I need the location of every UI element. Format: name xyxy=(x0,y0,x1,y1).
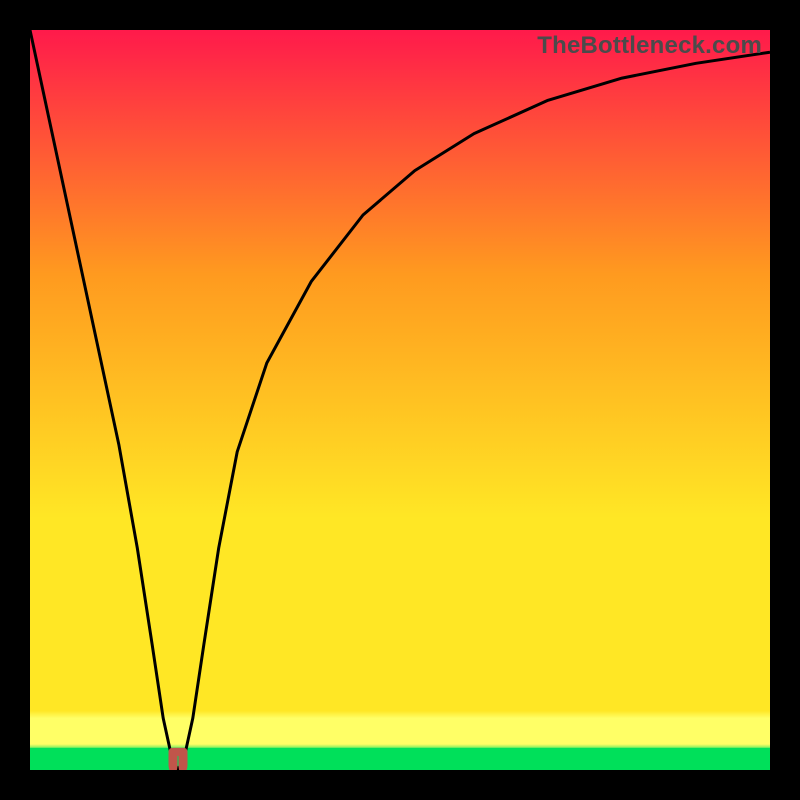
chart-frame: TheBottleneck.com xyxy=(30,30,770,770)
bottleneck-chart xyxy=(30,30,770,770)
gradient-background xyxy=(30,30,770,770)
watermark-label: TheBottleneck.com xyxy=(537,32,762,60)
green-band xyxy=(30,748,770,770)
